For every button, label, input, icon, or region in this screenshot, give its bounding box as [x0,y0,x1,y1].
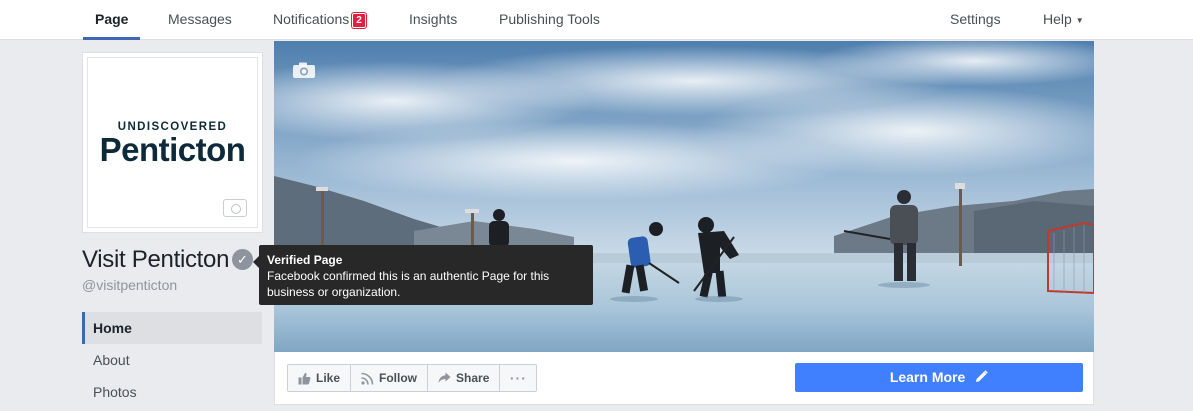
side-nav-label: Home [93,320,132,336]
camera-icon[interactable] [292,61,316,79]
like-button[interactable]: Like [288,365,352,391]
page-username[interactable]: @visitpenticton [82,277,177,293]
nav-help[interactable]: Help ▼ [1043,0,1084,40]
side-nav-about[interactable]: About [82,344,262,376]
side-nav-label: Photos [93,384,137,400]
side-nav-photos[interactable]: Photos [82,376,262,408]
nav-tab-notifications[interactable]: Notifications 2 [273,0,366,40]
follow-label: Follow [379,371,418,385]
camera-icon[interactable] [223,199,247,217]
nav-tab-label: Page [95,11,129,27]
nav-tab-publishing-tools[interactable]: Publishing Tools [499,0,600,40]
nav-tab-label: Insights [409,11,458,27]
caret-down-icon: ▼ [1075,16,1084,25]
nav-settings[interactable]: Settings [950,0,1001,40]
verified-tooltip: Verified Page Facebook confirmed this is… [253,245,593,305]
nav-tab-messages[interactable]: Messages [168,0,232,40]
side-nav-home[interactable]: Home [82,312,262,344]
more-options-icon: ··· [509,370,527,386]
share-button[interactable]: Share [428,365,501,391]
cover-photo-image [274,41,1094,352]
pencil-icon[interactable] [975,370,988,383]
nav-tab-label: Notifications [273,11,350,27]
tooltip-title: Verified Page [267,253,343,267]
cover-photo[interactable] [274,41,1094,352]
follow-button[interactable]: Follow [351,365,429,391]
verified-check-icon[interactable]: ✓ [232,249,253,270]
learn-more-label: Learn More [889,369,966,385]
profile-picture[interactable]: UNDISCOVERED Penticton [82,52,263,233]
nav-tab-insights[interactable]: Insights [409,0,457,40]
profile-logo: UNDISCOVERED Penticton [87,57,258,228]
logo-text-big: Penticton [99,130,246,168]
page-side-nav: Home About Photos [82,312,262,408]
share-label: Share [456,371,490,385]
nav-tab-page[interactable]: Page [82,0,142,40]
page-action-buttons: Like Follow Share ··· [287,364,538,392]
nav-tab-label: Publishing Tools [499,11,600,27]
nav-settings-label: Settings [950,11,1001,27]
like-label: Like [316,371,341,385]
nav-tab-label: Messages [168,11,232,27]
share-arrow-icon [438,372,451,383]
rss-icon [361,372,374,385]
more-options-button[interactable]: ··· [500,365,536,391]
notifications-badge: 2 [352,13,366,28]
side-nav-label: About [93,352,130,368]
nav-help-label: Help [1043,11,1072,27]
page-top-nav: Page Messages Notifications 2 Insights Pu… [0,0,1193,40]
learn-more-button[interactable]: Learn More [795,363,1083,392]
thumbs-up-icon [298,372,311,384]
page-action-bar: Like Follow Share ··· Learn More [274,352,1094,405]
tooltip-body: Facebook confirmed this is an authentic … [267,269,550,299]
page-title[interactable]: Visit Penticton [82,246,229,274]
